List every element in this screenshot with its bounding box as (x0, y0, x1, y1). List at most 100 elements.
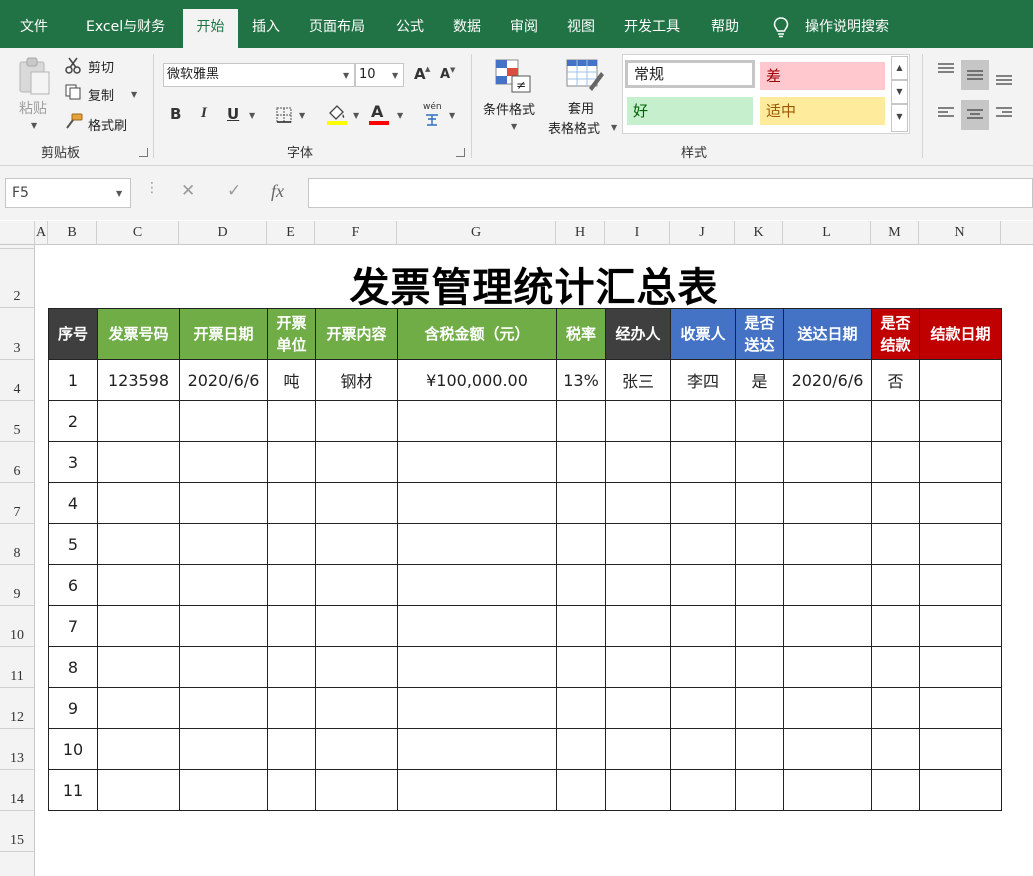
table-cell[interactable] (670, 605, 736, 647)
conditional-format-button[interactable]: 条件格式 (483, 99, 535, 118)
table-cell[interactable]: 2020/6/6 (179, 359, 268, 401)
table-cell[interactable] (735, 400, 784, 442)
column-title[interactable]: 收票人 (670, 308, 736, 360)
table-cell[interactable] (397, 482, 557, 524)
table-cell[interactable]: 8 (48, 646, 98, 688)
fill-color-icon[interactable] (326, 103, 348, 125)
table-cell[interactable] (919, 728, 1002, 770)
column-header[interactable]: I (605, 221, 670, 245)
table-cell[interactable] (605, 523, 671, 565)
table-cell[interactable] (919, 646, 1002, 688)
column-title[interactable]: 经办人 (605, 308, 671, 360)
row-header[interactable]: 14 (0, 770, 34, 811)
table-cell[interactable] (556, 646, 606, 688)
table-cell[interactable] (179, 687, 268, 729)
cut-button[interactable]: 剪切 (88, 57, 114, 76)
table-cell[interactable] (315, 646, 398, 688)
table-cell[interactable] (397, 400, 557, 442)
gallery-scroll-down-icon[interactable]: ▼ (891, 80, 908, 104)
table-cell[interactable]: 4 (48, 482, 98, 524)
table-cell[interactable] (97, 769, 180, 811)
table-cell[interactable] (783, 728, 872, 770)
table-cell[interactable] (735, 769, 784, 811)
table-cell[interactable]: 13% (556, 359, 606, 401)
table-cell[interactable] (670, 400, 736, 442)
table-cell[interactable] (735, 605, 784, 647)
table-cell[interactable] (735, 482, 784, 524)
cancel-icon[interactable]: ✕ (181, 181, 195, 201)
column-header[interactable]: M (871, 221, 919, 245)
table-cell[interactable]: 6 (48, 564, 98, 606)
column-title[interactable]: 序号 (48, 308, 98, 360)
table-cell[interactable] (315, 523, 398, 565)
table-cell[interactable] (919, 482, 1002, 524)
select-all-corner[interactable] (0, 221, 35, 245)
copy-dropdown-icon[interactable]: ▼ (131, 90, 137, 99)
column-header[interactable]: E (267, 221, 315, 245)
table-cell[interactable] (315, 728, 398, 770)
table-cell[interactable] (919, 564, 1002, 606)
row-header[interactable]: 15 (0, 811, 34, 852)
table-cell[interactable] (783, 564, 872, 606)
table-cell[interactable] (670, 646, 736, 688)
format-painter-icon[interactable] (64, 112, 84, 130)
phonetic-dropdown-icon[interactable]: ▼ (449, 111, 455, 120)
table-cell[interactable] (179, 769, 268, 811)
table-cell[interactable]: 2 (48, 400, 98, 442)
table-cell[interactable] (605, 441, 671, 483)
table-cell[interactable] (735, 646, 784, 688)
table-cell[interactable]: 5 (48, 523, 98, 565)
column-header[interactable]: G (397, 221, 556, 245)
table-cell[interactable] (315, 400, 398, 442)
table-cell[interactable] (97, 564, 180, 606)
phonetic-button[interactable]: wén (423, 102, 442, 112)
table-cell[interactable] (267, 400, 316, 442)
row-header[interactable]: 3 (0, 308, 34, 360)
table-cell[interactable] (783, 605, 872, 647)
table-cell[interactable]: 张三 (605, 359, 671, 401)
tab-file[interactable]: 文件 (20, 9, 48, 48)
column-title[interactable]: 含税金额（元） (397, 308, 557, 360)
paste-button[interactable]: 粘贴 (19, 98, 47, 118)
column-header[interactable]: C (97, 221, 179, 245)
table-cell[interactable] (315, 564, 398, 606)
column-title[interactable]: 开票内容 (315, 308, 398, 360)
bold-button[interactable]: B (170, 105, 181, 123)
table-cell[interactable] (670, 441, 736, 483)
table-cell[interactable] (605, 400, 671, 442)
align-bottom-icon[interactable] (994, 72, 1014, 86)
table-cell[interactable] (97, 400, 180, 442)
table-cell[interactable] (179, 728, 268, 770)
underline-button[interactable]: U (227, 105, 239, 123)
table-cell[interactable] (397, 441, 557, 483)
font-color-dropdown-icon[interactable]: ▼ (397, 111, 403, 120)
table-cell[interactable] (605, 646, 671, 688)
gallery-more-icon[interactable]: ▼ (891, 104, 908, 132)
table-cell[interactable]: 11 (48, 769, 98, 811)
table-cell[interactable] (919, 441, 1002, 483)
table-cell[interactable] (783, 400, 872, 442)
enter-icon[interactable]: ✓ (227, 181, 241, 201)
name-box[interactable]: F5 (5, 178, 131, 208)
table-cell[interactable] (397, 646, 557, 688)
table-cell[interactable] (556, 605, 606, 647)
table-cell[interactable] (267, 646, 316, 688)
table-cell[interactable] (97, 441, 180, 483)
table-cell[interactable]: 123598 (97, 359, 180, 401)
table-cell[interactable] (670, 769, 736, 811)
table-cell[interactable] (556, 687, 606, 729)
font-name-input[interactable]: 微软雅黑 (163, 63, 355, 87)
table-cell[interactable] (871, 564, 920, 606)
table-cell[interactable] (97, 646, 180, 688)
table-cell[interactable] (735, 523, 784, 565)
column-header[interactable]: L (783, 221, 871, 245)
grow-font-button[interactable]: A (414, 65, 426, 83)
table-cell[interactable] (556, 769, 606, 811)
gallery-scroll-up-icon[interactable]: ▲ (891, 56, 908, 80)
copy-icon[interactable] (64, 83, 82, 101)
column-header[interactable]: A (35, 221, 48, 245)
drag-handle-icon[interactable]: ⋮ (145, 180, 159, 196)
tab-insert[interactable]: 插入 (252, 9, 280, 48)
italic-button[interactable]: I (201, 105, 207, 122)
table-cell[interactable]: 吨 (267, 359, 316, 401)
